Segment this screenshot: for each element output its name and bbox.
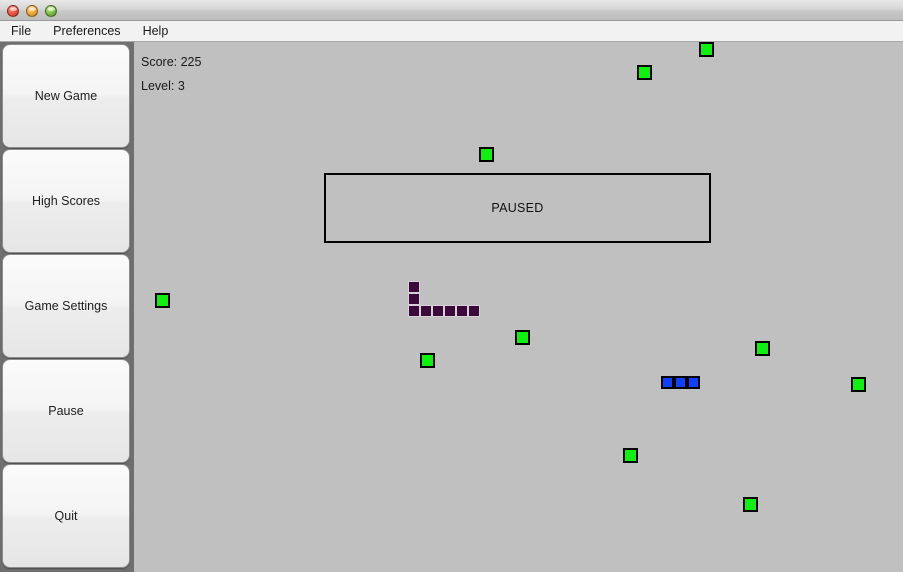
score-label: Score: 225	[141, 55, 202, 69]
green-block	[743, 497, 758, 512]
paused-overlay: PAUSED	[324, 173, 711, 243]
green-block	[755, 341, 770, 356]
high-scores-button[interactable]: High Scores	[2, 149, 130, 253]
green-block	[637, 65, 652, 80]
sidebar: New Game High Scores Game Settings Pause…	[0, 42, 134, 572]
blue-block	[674, 376, 687, 389]
pause-button[interactable]: Pause	[2, 359, 130, 463]
falling-piece-cell	[408, 281, 420, 293]
green-block	[515, 330, 530, 345]
window-titlebar	[0, 0, 903, 21]
green-block	[479, 147, 494, 162]
minimize-window-icon[interactable]	[26, 5, 38, 17]
paused-text: PAUSED	[491, 201, 544, 215]
maximize-window-icon[interactable]	[45, 5, 57, 17]
falling-piece-cell	[408, 293, 420, 305]
falling-piece-cell	[468, 305, 480, 317]
menu-item-preferences[interactable]: Preferences	[42, 21, 131, 41]
falling-piece-cell	[408, 305, 420, 317]
level-label: Level: 3	[141, 79, 185, 93]
game-board[interactable]: Score: 225 Level: 3 PAUSED	[134, 42, 903, 572]
green-block	[699, 42, 714, 57]
green-block	[851, 377, 866, 392]
green-block	[155, 293, 170, 308]
blue-block	[661, 376, 674, 389]
new-game-button[interactable]: New Game	[2, 44, 130, 148]
close-window-icon[interactable]	[7, 5, 19, 17]
falling-piece-cell	[444, 305, 456, 317]
blue-block	[687, 376, 700, 389]
menu-item-help[interactable]: Help	[132, 21, 180, 41]
quit-button[interactable]: Quit	[2, 464, 130, 568]
game-settings-button[interactable]: Game Settings	[2, 254, 130, 358]
falling-piece-cell	[456, 305, 468, 317]
falling-piece-cell	[420, 305, 432, 317]
falling-piece-cell	[432, 305, 444, 317]
green-block	[623, 448, 638, 463]
menu-item-file[interactable]: File	[0, 21, 42, 41]
menu-bar: File Preferences Help	[0, 21, 903, 42]
green-block	[420, 353, 435, 368]
game-window: File Preferences Help New Game High Scor…	[0, 0, 903, 572]
